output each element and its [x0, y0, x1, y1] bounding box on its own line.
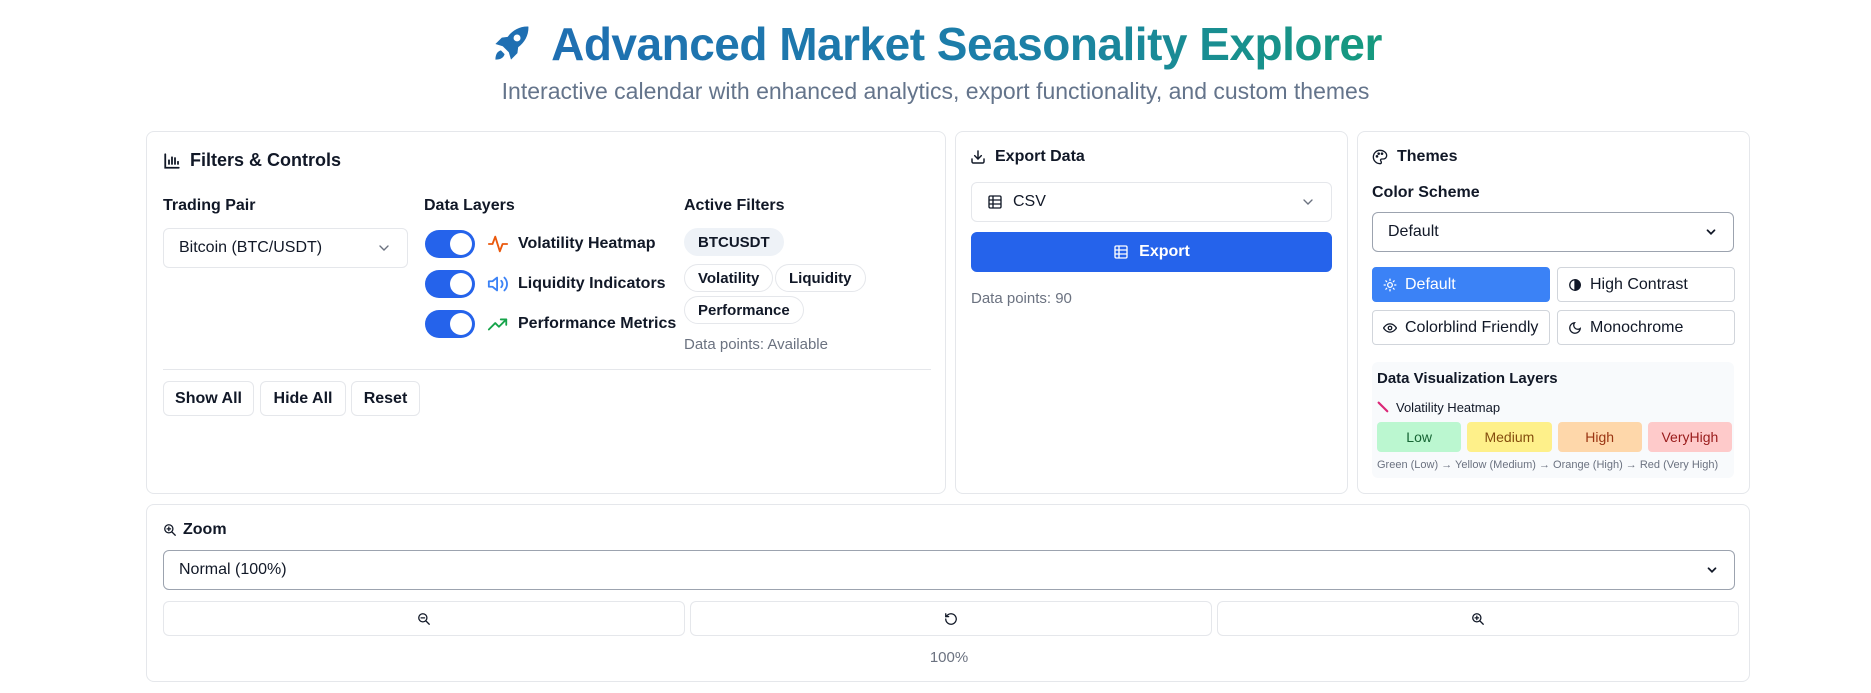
trading-pair-value: Bitcoin (BTC/USDT) [179, 239, 323, 256]
layer-label-performance: Performance Metrics [518, 315, 677, 332]
layer-liquidity: Liquidity Indicators [425, 264, 676, 304]
data-points-status: Data points: Available [684, 336, 828, 353]
theme-high-contrast-button[interactable]: High Contrast [1557, 267, 1735, 302]
theme-monochrome-label: Monochrome [1590, 318, 1684, 336]
volume-icon [487, 273, 509, 295]
layer-performance: Performance Metrics [425, 304, 676, 344]
filter-tag-volatility: Volatility [684, 264, 774, 292]
table-icon [1113, 244, 1129, 260]
export-data-points: Data points: 90 [971, 290, 1072, 307]
zoom-out-button[interactable] [163, 601, 685, 636]
color-scheme-select[interactable]: Default [1372, 212, 1734, 252]
bar-chart-icon [163, 152, 181, 170]
color-scheme-label: Color Scheme [1372, 184, 1480, 201]
reset-button[interactable]: Reset [351, 381, 420, 416]
filter-tag-performance: Performance [684, 296, 804, 324]
themes-card: Themes Color Scheme Default Default High… [1357, 131, 1750, 494]
chevron-down-icon [1704, 225, 1718, 239]
layer-label-volatility: Volatility Heatmap [518, 235, 656, 252]
export-card-header: Export Data [970, 148, 1085, 166]
eye-icon [1383, 321, 1397, 335]
chevron-down-icon [376, 240, 392, 256]
zoom-icon [163, 523, 177, 537]
layer-volatility: Volatility Heatmap [425, 224, 676, 264]
viz-layer-label: Volatility Heatmap [1396, 400, 1501, 415]
trading-pair-select[interactable]: Bitcoin (BTC/USDT) [163, 228, 408, 268]
rocket-icon [489, 22, 533, 66]
theme-colorblind-label: Colorblind Friendly [1405, 318, 1539, 336]
viz-layers-title: Data Visualization Layers [1377, 370, 1558, 387]
level-very-high: VeryHigh [1647, 422, 1732, 452]
zoom-in-icon [1471, 612, 1485, 626]
pen-icon [1377, 401, 1390, 414]
export-format-select[interactable]: CSV [971, 182, 1332, 222]
moon-icon [1568, 321, 1582, 335]
themes-title: Themes [1397, 148, 1458, 165]
zoom-select-value: Normal (100%) [179, 561, 287, 578]
zoom-in-button[interactable] [1217, 601, 1739, 636]
level-low: Low [1377, 422, 1462, 452]
activity-icon [487, 233, 509, 255]
liquidity-toggle[interactable] [425, 270, 475, 298]
export-button-label: Export [1139, 243, 1190, 260]
theme-colorblind-button[interactable]: Colorblind Friendly [1372, 310, 1550, 345]
contrast-icon [1568, 278, 1582, 292]
color-scheme-value: Default [1388, 223, 1439, 240]
layer-label-liquidity: Liquidity Indicators [518, 275, 666, 292]
active-symbol-badge: BTCUSDT [684, 228, 784, 256]
export-card: Export Data CSV Export Data points: 90 [955, 131, 1348, 494]
export-title: Export Data [995, 148, 1085, 165]
filters-card: Filters & Controls Trading Pair Bitcoin … [146, 131, 946, 494]
viz-layer-row: Volatility Heatmap [1377, 400, 1500, 415]
divider [163, 369, 931, 370]
zoom-select[interactable]: Normal (100%) [163, 550, 1735, 590]
page-title: Advanced Market Seasonality Explorer [551, 18, 1382, 70]
level-high: High [1557, 422, 1642, 452]
data-layers-label: Data Layers [424, 197, 515, 214]
trending-up-icon [487, 313, 509, 335]
zoom-card: Zoom Normal (100%) 100% [146, 504, 1750, 682]
table-icon [987, 194, 1003, 210]
filter-tag-liquidity: Liquidity [775, 264, 866, 292]
themes-card-header: Themes [1372, 148, 1457, 166]
filters-card-header: Filters & Controls [163, 150, 341, 171]
zoom-title: Zoom [183, 521, 227, 538]
zoom-out-icon [417, 612, 431, 626]
show-all-button[interactable]: Show All [163, 381, 254, 416]
viz-layers-panel: Data Visualization Layers Volatility Hea… [1372, 362, 1734, 478]
export-button[interactable]: Export [971, 232, 1332, 272]
download-icon [970, 149, 986, 165]
level-medium: Medium [1467, 422, 1552, 452]
theme-default-label: Default [1405, 275, 1456, 293]
palette-icon [1372, 149, 1388, 165]
active-filters-label: Active Filters [684, 197, 785, 214]
hide-all-button[interactable]: Hide All [260, 381, 346, 416]
theme-high-contrast-label: High Contrast [1590, 275, 1688, 293]
filters-title: Filters & Controls [190, 150, 342, 170]
export-format-value: CSV [1013, 193, 1046, 210]
page-header: Advanced Market Seasonality Explorer Int… [0, 14, 1871, 105]
sun-icon [1383, 278, 1397, 292]
performance-toggle[interactable] [425, 310, 475, 338]
chevron-down-icon [1300, 194, 1316, 210]
theme-default-button[interactable]: Default [1372, 267, 1550, 302]
zoom-card-header: Zoom [163, 521, 227, 539]
data-layers-list: Volatility Heatmap Liquidity Indicators … [425, 224, 676, 344]
heat-levels: Low Medium High VeryHigh [1377, 422, 1732, 452]
page-subtitle: Interactive calendar with enhanced analy… [501, 78, 1370, 104]
legend-text: Green (Low) → Yellow (Medium) → Orange (… [1377, 459, 1719, 471]
theme-monochrome-button[interactable]: Monochrome [1557, 310, 1735, 345]
rotate-ccw-icon [944, 612, 958, 626]
zoom-reset-button[interactable] [690, 601, 1212, 636]
volatility-toggle[interactable] [425, 230, 475, 258]
trading-pair-label: Trading Pair [163, 197, 256, 214]
chevron-down-icon [1705, 563, 1719, 577]
zoom-level-text: 100% [929, 649, 969, 666]
